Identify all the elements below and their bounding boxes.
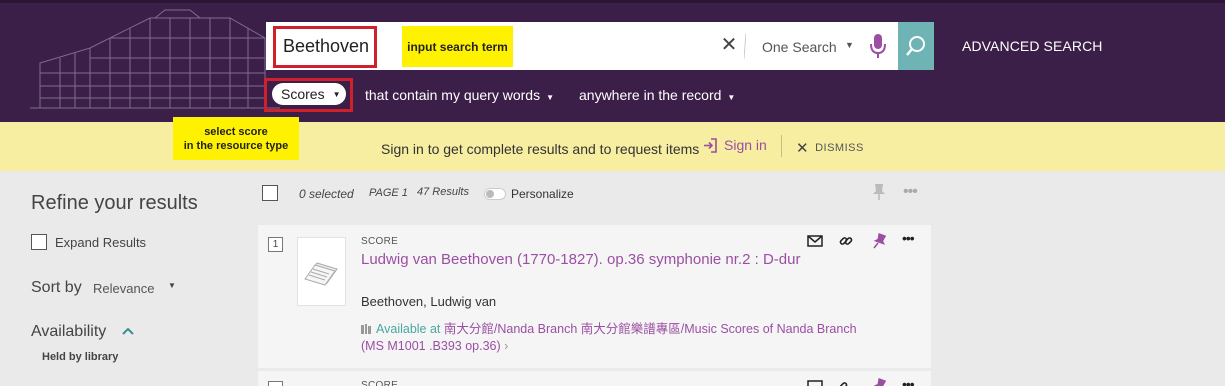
link-icon[interactable] [838, 378, 854, 386]
chevron-down-icon[interactable]: ▼ [168, 281, 176, 290]
signin-icon [704, 137, 717, 153]
result-type: SCORE [361, 236, 399, 247]
clear-icon[interactable]: ✕ [719, 34, 739, 56]
search-term-annotation: input search term [402, 26, 513, 67]
availability-section-toggle[interactable]: Availability [31, 323, 106, 341]
more-options-icon[interactable]: ••• [903, 183, 918, 201]
sort-by-label: Sort by [31, 279, 82, 296]
banner-divider [781, 135, 782, 157]
resource-type-highlight [264, 78, 353, 112]
expand-results-label[interactable]: Expand Results [55, 235, 146, 250]
pin-icon[interactable] [871, 233, 887, 249]
library-building-logo [30, 9, 280, 109]
pin-icon[interactable] [871, 378, 887, 386]
dismiss-button[interactable]: ✕ DISMISS [796, 139, 864, 157]
result-title-link[interactable]: Ludwig van Beethoven (1770-1827). op.36 … [361, 250, 801, 269]
search-term-highlight [273, 26, 377, 68]
result-card [258, 371, 931, 386]
chevron-right-icon: › [504, 339, 509, 353]
score-thumbnail-icon [303, 261, 338, 286]
search-scope-select[interactable]: One Search [762, 39, 837, 55]
expand-results-checkbox[interactable] [31, 234, 47, 250]
more-options-icon[interactable]: ••• [902, 376, 918, 386]
pin-icon[interactable] [872, 183, 886, 201]
result-number: 1 [268, 237, 283, 252]
dismiss-label: DISMISS [815, 142, 864, 154]
header-top-line [0, 0, 1225, 3]
chevron-down-icon[interactable]: ▼ [845, 40, 854, 50]
select-all-checkbox[interactable] [262, 185, 278, 201]
close-icon: ✕ [796, 140, 810, 157]
chevron-up-icon[interactable] [121, 324, 135, 338]
search-icon [906, 36, 925, 56]
page-indicator: PAGE 1 [369, 187, 408, 199]
field-dropdown[interactable]: anywhere in the record ▼ [579, 87, 735, 103]
result-author: Beethoven, Ludwig van [361, 294, 497, 309]
held-by-library-filter[interactable]: Held by library [42, 351, 118, 363]
personalize-label: Personalize [511, 187, 574, 201]
chevron-down-icon: ▼ [727, 93, 736, 102]
result-thumbnail[interactable] [297, 237, 346, 306]
result-number [268, 381, 283, 386]
email-icon[interactable] [807, 378, 823, 386]
search-button[interactable] [898, 22, 934, 70]
result-type: SCORE [361, 380, 399, 386]
selected-count: 0 selected [299, 187, 354, 201]
scope-divider [744, 33, 746, 59]
banner-message: Sign in to get complete results and to r… [381, 141, 700, 157]
book-shelf-icon [361, 324, 371, 334]
annotation-line-1: select score [204, 125, 268, 138]
personalize-toggle[interactable] [484, 188, 506, 200]
refine-title: Refine your results [31, 192, 198, 214]
microphone-icon[interactable] [868, 33, 888, 59]
availability-link[interactable]: Available at 南大分館/Nanda Branch 南大分館樂譜專區/… [361, 321, 861, 355]
match-label: that contain my query words [365, 87, 541, 103]
resource-type-annotation: select score in the resource type [173, 117, 299, 160]
results-count: 47 Results [417, 186, 469, 198]
chevron-down-icon: ▼ [546, 93, 555, 102]
sort-select[interactable]: Relevance [93, 281, 154, 296]
match-dropdown[interactable]: that contain my query words ▼ [365, 87, 554, 103]
annotation-line-2: in the resource type [183, 139, 289, 152]
signin-label: Sign in [724, 137, 767, 153]
advanced-search-link[interactable]: ADVANCED SEARCH [962, 38, 1103, 54]
available-status: Available at [376, 322, 441, 336]
field-label: anywhere in the record [579, 87, 722, 103]
link-icon[interactable] [838, 233, 854, 249]
signin-link[interactable]: Sign in [703, 137, 767, 153]
more-options-icon[interactable]: ••• [902, 230, 918, 246]
email-icon[interactable] [807, 233, 823, 249]
